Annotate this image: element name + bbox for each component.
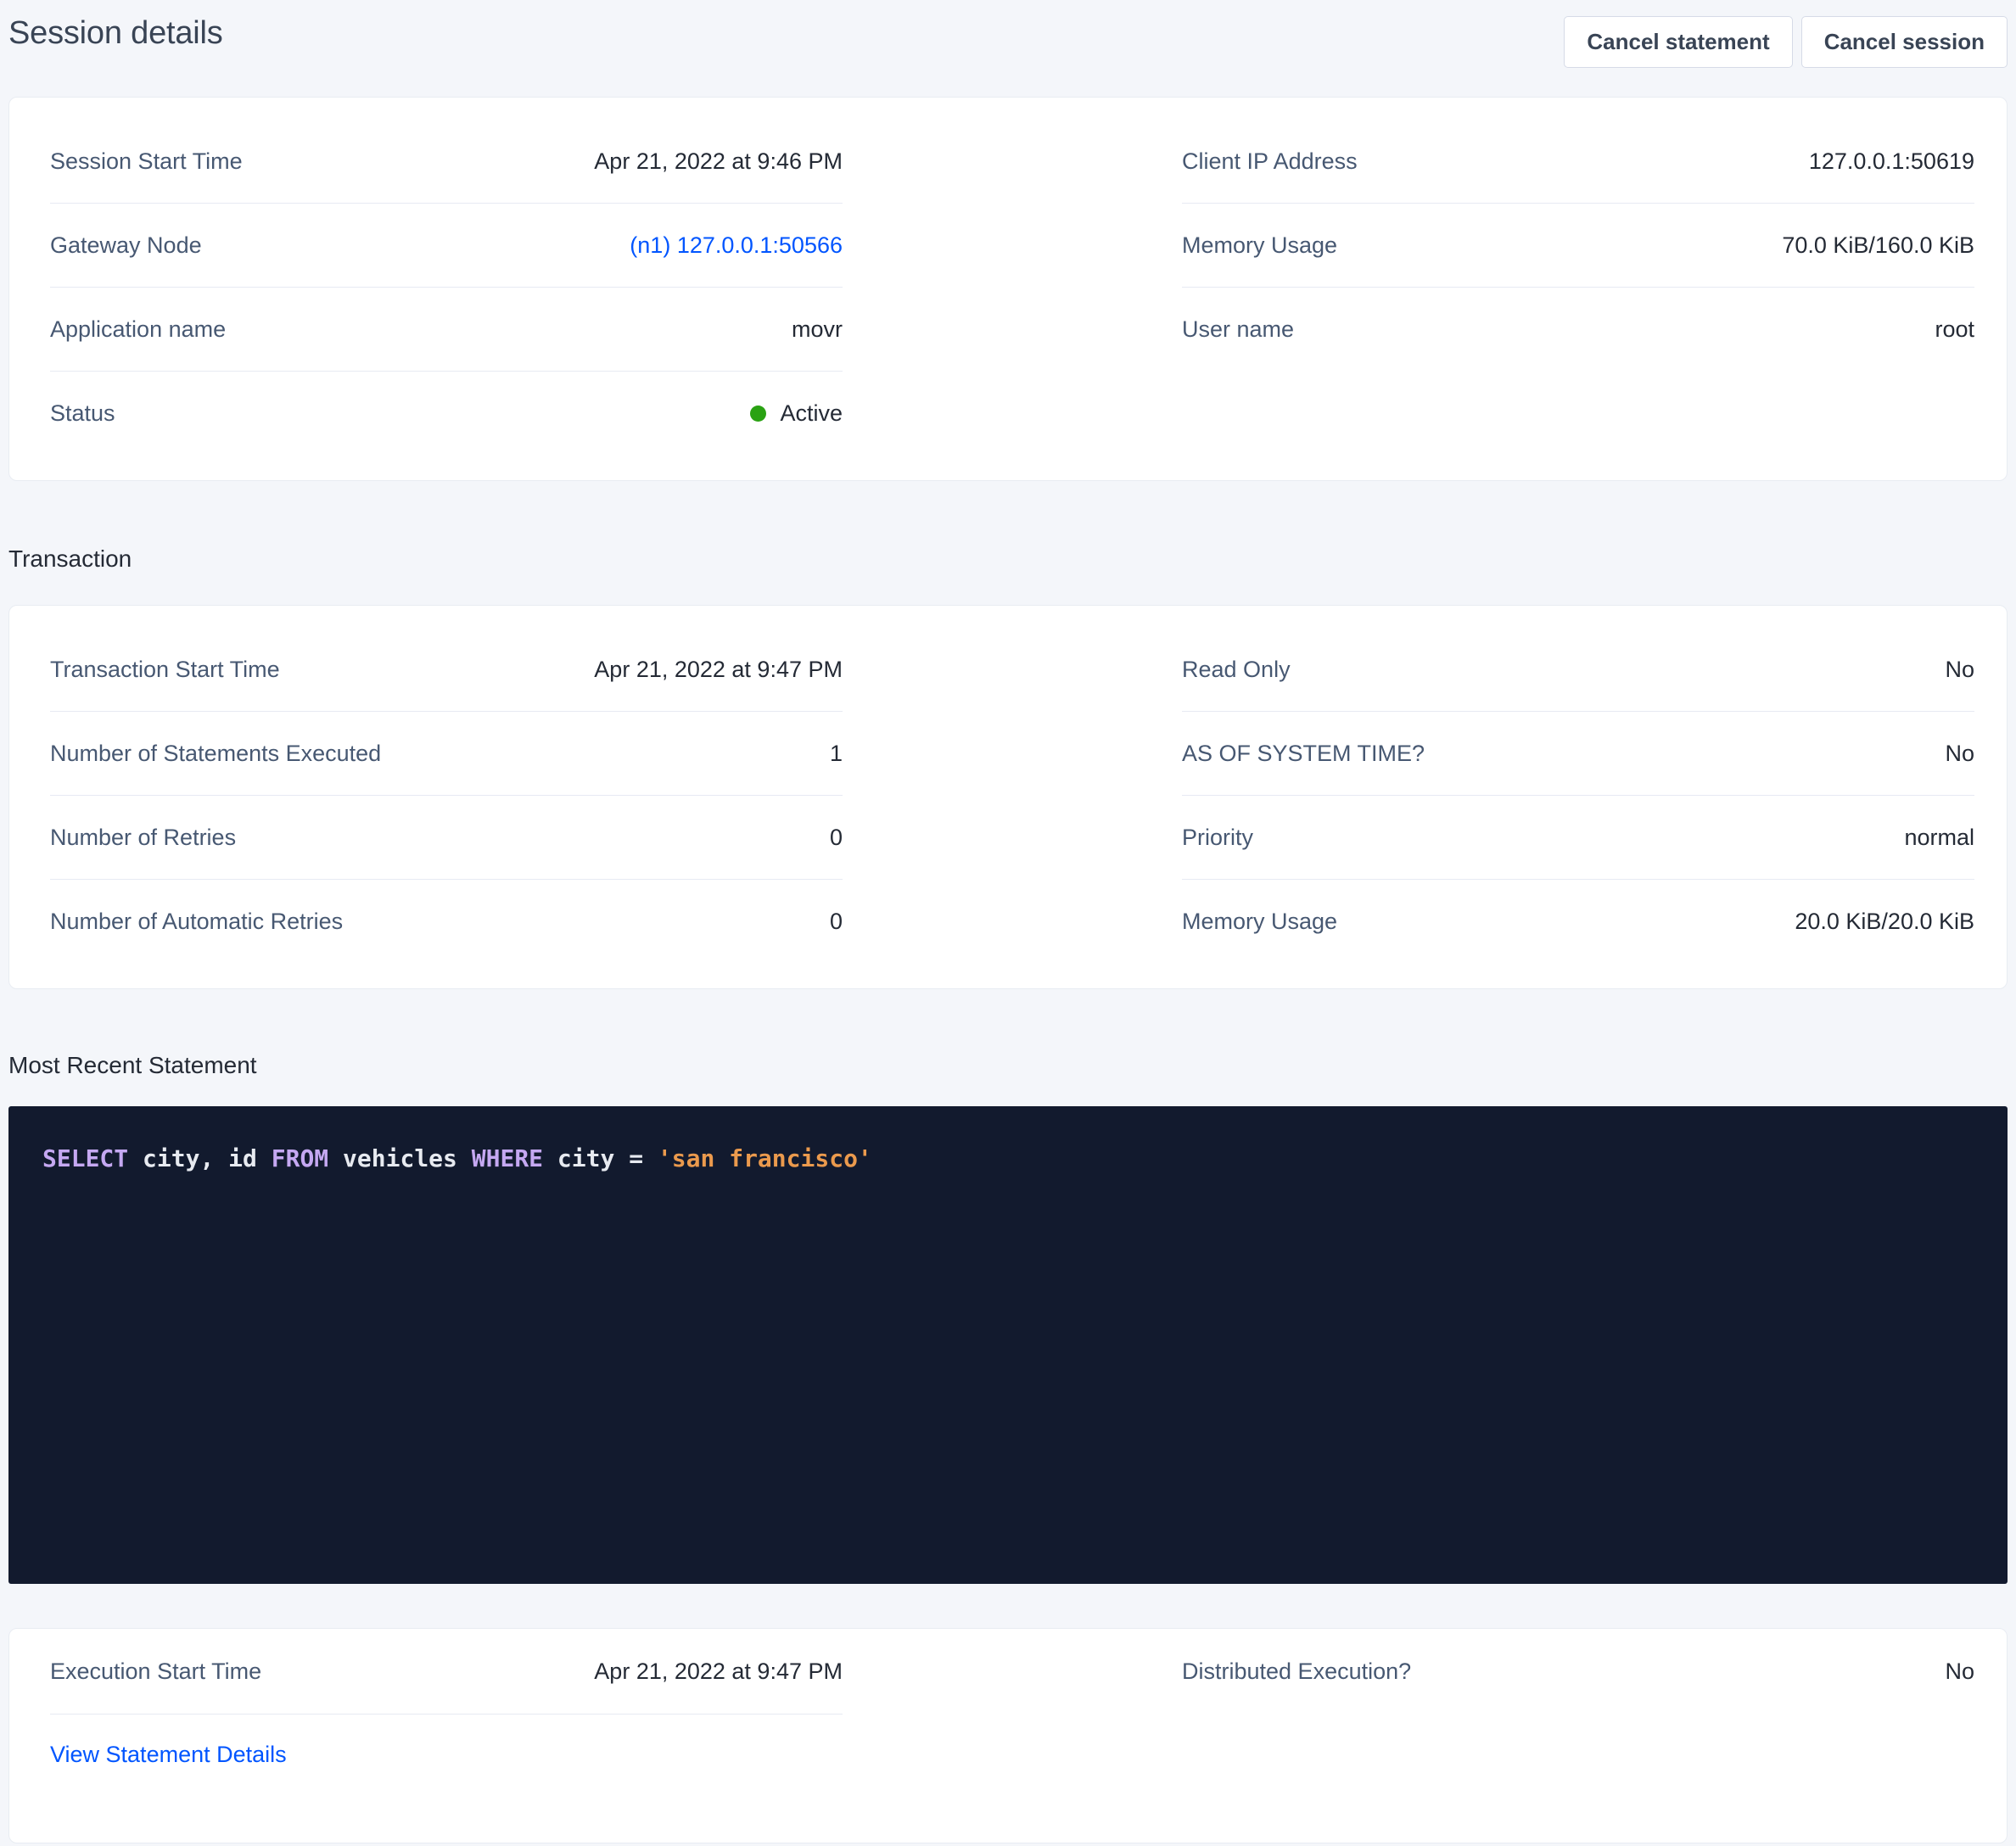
client-ip-value: 127.0.0.1:50619: [1809, 148, 1974, 175]
priority-label: Priority: [1182, 825, 1253, 851]
distributed-execution-value: No: [1945, 1659, 1974, 1685]
statements-executed-row: Number of Statements Executed 1: [50, 712, 843, 796]
execution-card: Execution Start Time Apr 21, 2022 at 9:4…: [8, 1628, 2008, 1843]
transaction-memory-usage-label: Memory Usage: [1182, 909, 1337, 935]
execution-start-time-label: Execution Start Time: [50, 1659, 261, 1685]
session-start-time-value: Apr 21, 2022 at 9:46 PM: [594, 148, 843, 175]
header-actions: Cancel statement Cancel session: [1564, 16, 2008, 68]
status-active-dot-icon: [750, 406, 766, 422]
status-active-text: Active: [780, 400, 843, 427]
number-of-retries-value: 0: [830, 825, 843, 851]
automatic-retries-label: Number of Automatic Retries: [50, 909, 343, 935]
user-name-label: User name: [1182, 316, 1294, 343]
sql-token-column: city: [543, 1144, 629, 1172]
priority-row: Priority normal: [1182, 796, 1974, 880]
as-of-system-time-value: No: [1945, 741, 1974, 767]
sql-token-space: [643, 1144, 658, 1172]
execution-right-column: Distributed Execution? No: [1182, 1629, 1974, 1794]
session-memory-usage-value: 70.0 KiB/160.0 KiB: [1782, 232, 1974, 259]
session-summary-card: Session Start Time Apr 21, 2022 at 9:46 …: [8, 97, 2008, 481]
application-name-row: Application name movr: [50, 288, 843, 372]
most-recent-statement-title: Most Recent Statement: [8, 1050, 2008, 1081]
read-only-row: Read Only No: [1182, 628, 1974, 712]
client-ip-row: Client IP Address 127.0.0.1:50619: [1182, 120, 1974, 204]
user-name-row: User name root: [1182, 288, 1974, 371]
transaction-start-time-row: Transaction Start Time Apr 21, 2022 at 9…: [50, 628, 843, 712]
cancel-statement-button[interactable]: Cancel statement: [1564, 16, 1792, 68]
page-title: Session details: [8, 12, 223, 54]
session-summary-left-column: Session Start Time Apr 21, 2022 at 9:46 …: [50, 120, 843, 455]
view-statement-details-row: View Statement Details: [50, 1715, 843, 1794]
sql-token-where: WHERE: [472, 1144, 543, 1172]
application-name-label: Application name: [50, 316, 226, 343]
session-details-page: Session details Cancel statement Cancel …: [0, 0, 2016, 1843]
status-label: Status: [50, 400, 115, 427]
transaction-start-time-label: Transaction Start Time: [50, 657, 280, 683]
gateway-node-row: Gateway Node (n1) 127.0.0.1:50566: [50, 204, 843, 288]
cancel-session-button[interactable]: Cancel session: [1801, 16, 2008, 68]
user-name-value: root: [1935, 316, 1974, 343]
status-value: Active: [750, 400, 843, 427]
priority-value: normal: [1904, 825, 1974, 851]
sql-token-select: SELECT: [42, 1144, 128, 1172]
view-statement-details-link[interactable]: View Statement Details: [50, 1742, 287, 1768]
read-only-label: Read Only: [1182, 657, 1291, 683]
gateway-node-link[interactable]: (n1) 127.0.0.1:50566: [630, 232, 843, 259]
automatic-retries-value: 0: [830, 909, 843, 935]
sql-token-table: vehicles: [328, 1144, 472, 1172]
page-header: Session details Cancel statement Cancel …: [8, 0, 2008, 97]
sql-statement-box: SELECT city, id FROM vehicles WHERE city…: [8, 1106, 2008, 1584]
transaction-start-time-value: Apr 21, 2022 at 9:47 PM: [594, 657, 843, 683]
sql-token-equals: =: [629, 1144, 643, 1172]
client-ip-label: Client IP Address: [1182, 148, 1358, 175]
sql-token-from: FROM: [272, 1144, 328, 1172]
sql-token-string-literal: 'san francisco': [658, 1144, 872, 1172]
transaction-card: Transaction Start Time Apr 21, 2022 at 9…: [8, 605, 2008, 989]
session-start-time-row: Session Start Time Apr 21, 2022 at 9:46 …: [50, 120, 843, 204]
number-of-retries-row: Number of Retries 0: [50, 796, 843, 880]
distributed-execution-label: Distributed Execution?: [1182, 1659, 1411, 1685]
statements-executed-value: 1: [830, 741, 843, 767]
transaction-memory-usage-value: 20.0 KiB/20.0 KiB: [1795, 909, 1974, 935]
session-start-time-label: Session Start Time: [50, 148, 243, 175]
execution-left-column: Execution Start Time Apr 21, 2022 at 9:4…: [50, 1629, 843, 1794]
as-of-system-time-label: AS OF SYSTEM TIME?: [1182, 741, 1425, 767]
transaction-section-title: Transaction: [8, 544, 2008, 574]
distributed-execution-row: Distributed Execution? No: [1182, 1629, 1974, 1714]
transaction-memory-usage-row: Memory Usage 20.0 KiB/20.0 KiB: [1182, 880, 1974, 963]
transaction-left-column: Transaction Start Time Apr 21, 2022 at 9…: [50, 628, 843, 963]
as-of-system-time-row: AS OF SYSTEM TIME? No: [1182, 712, 1974, 796]
statements-executed-label: Number of Statements Executed: [50, 741, 381, 767]
session-summary-right-column: Client IP Address 127.0.0.1:50619 Memory…: [1182, 120, 1974, 455]
session-memory-usage-row: Memory Usage 70.0 KiB/160.0 KiB: [1182, 204, 1974, 288]
application-name-value: movr: [792, 316, 843, 343]
sql-statement-text: SELECT city, id FROM vehicles WHERE city…: [42, 1142, 1974, 1176]
automatic-retries-row: Number of Automatic Retries 0: [50, 880, 843, 963]
sql-token-columns: city, id: [128, 1144, 272, 1172]
read-only-value: No: [1945, 657, 1974, 683]
transaction-right-column: Read Only No AS OF SYSTEM TIME? No Prior…: [1182, 628, 1974, 963]
execution-start-time-value: Apr 21, 2022 at 9:47 PM: [594, 1659, 843, 1685]
status-row: Status Active: [50, 372, 843, 455]
execution-start-time-row: Execution Start Time Apr 21, 2022 at 9:4…: [50, 1629, 843, 1715]
session-memory-usage-label: Memory Usage: [1182, 232, 1337, 259]
number-of-retries-label: Number of Retries: [50, 825, 236, 851]
gateway-node-label: Gateway Node: [50, 232, 202, 259]
